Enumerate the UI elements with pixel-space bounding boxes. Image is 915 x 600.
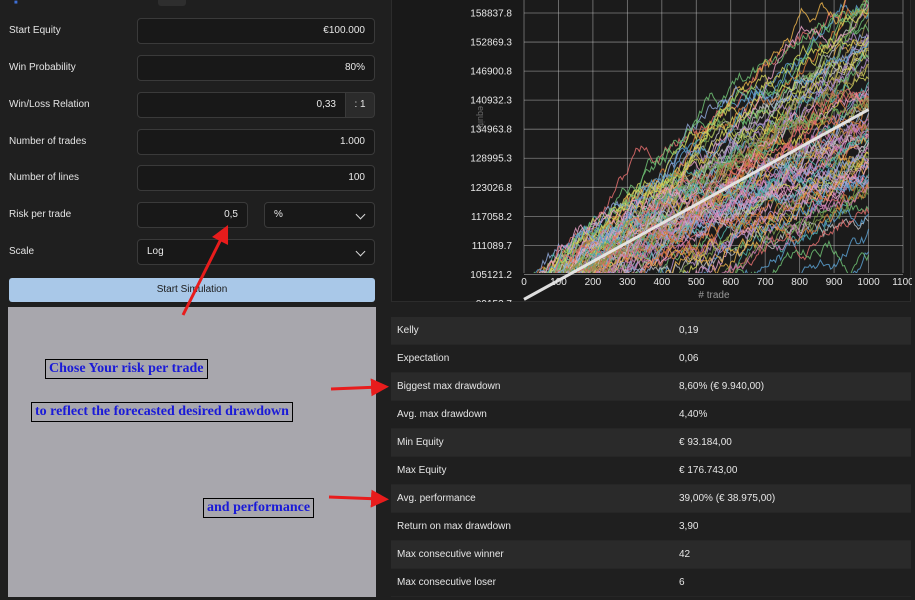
stat-row: Avg. max drawdown 4,40% bbox=[391, 401, 911, 429]
stat-label: Return on max drawdown bbox=[397, 521, 511, 532]
stat-row: Max consecutive winner 42 bbox=[391, 541, 911, 569]
x-axis-label: # trade bbox=[698, 290, 730, 301]
stat-label: Biggest max drawdown bbox=[397, 381, 501, 392]
risk-unit-value: % bbox=[274, 209, 283, 220]
stat-row: Expectation 0,06 bbox=[391, 345, 911, 373]
win-loss-row: Win/Loss Relation 0,33 : 1 bbox=[0, 87, 390, 123]
start-equity-label: Start Equity bbox=[9, 25, 61, 36]
risk-per-trade-row: Risk per trade 0,5 % bbox=[0, 197, 390, 233]
x-tick-label: 300 bbox=[619, 277, 636, 288]
risk-per-trade-input[interactable]: 0,5 bbox=[137, 202, 248, 228]
x-tick-label: 200 bbox=[585, 277, 602, 288]
win-loss-suffix: : 1 bbox=[346, 92, 375, 118]
x-tick-label: 900 bbox=[826, 277, 843, 288]
stat-label: Max consecutive loser bbox=[397, 577, 496, 588]
stat-row: Kelly 0,19 bbox=[391, 317, 911, 345]
x-tick-label: 1100 bbox=[892, 277, 912, 288]
equity-chart: 93184.299152.7105121.2111089.7117058.212… bbox=[391, 0, 912, 302]
stat-value: 3,90 bbox=[679, 521, 699, 532]
x-tick-label: 600 bbox=[722, 277, 739, 288]
x-tick-label: 800 bbox=[791, 277, 808, 288]
scale-label: Scale bbox=[9, 246, 35, 257]
scale-select[interactable]: Log bbox=[137, 239, 375, 265]
x-tick-label: 1000 bbox=[857, 277, 880, 288]
number-of-lines-row: Number of lines 100 bbox=[0, 160, 390, 196]
win-probability-row: Win Probability 80% bbox=[0, 50, 390, 86]
number-of-trades-row: Number of trades 1.000 bbox=[0, 124, 390, 160]
stat-row: Max consecutive loser 6 bbox=[391, 569, 911, 597]
settings-panel: ■ Start Equity €100.000 Win Probability … bbox=[0, 0, 390, 600]
number-of-lines-label: Number of lines bbox=[9, 172, 80, 183]
start-equity-row: Start Equity €100.000 bbox=[0, 13, 390, 49]
win-probability-label: Win Probability bbox=[9, 62, 76, 73]
stat-row: Biggest max drawdown 8,60% (€ 9.940,00) bbox=[391, 373, 911, 401]
win-probability-input[interactable]: 80% bbox=[137, 55, 375, 81]
stat-row: Avg. performance 39,00% (€ 38.975,00) bbox=[391, 485, 911, 513]
win-loss-input[interactable]: 0,33 bbox=[137, 92, 346, 118]
stat-row: Min Equity € 93.184,00 bbox=[391, 429, 911, 457]
x-tick-label: 0 bbox=[521, 277, 527, 288]
scale-row: Scale Log bbox=[0, 234, 390, 270]
stat-label: Min Equity bbox=[397, 437, 444, 448]
annotation-risk: Chose Your risk per trade bbox=[45, 359, 208, 379]
y-tick-label: 152869.3 bbox=[470, 38, 512, 49]
stat-label: Kelly bbox=[397, 325, 419, 336]
y-tick-label: 123026.8 bbox=[470, 183, 512, 194]
y-tick-label: 99152.7 bbox=[476, 299, 513, 302]
y-tick-label: 140932.3 bbox=[470, 96, 512, 107]
y-tick-label: 146900.8 bbox=[470, 67, 512, 78]
risk-unit-select[interactable]: % bbox=[264, 202, 375, 228]
stat-label: Max consecutive winner bbox=[397, 549, 504, 560]
x-tick-label: 400 bbox=[653, 277, 670, 288]
chevron-down-icon bbox=[355, 246, 366, 257]
x-tick-label: 100 bbox=[550, 277, 567, 288]
stat-value: 0,19 bbox=[679, 325, 699, 336]
risk-per-trade-label: Risk per trade bbox=[9, 209, 72, 220]
number-of-trades-input[interactable]: 1.000 bbox=[137, 129, 375, 155]
stat-label: Avg. performance bbox=[397, 493, 476, 504]
annotation-performance: and performance bbox=[203, 498, 315, 518]
y-tick-label: 105121.2 bbox=[470, 270, 512, 281]
top-tab[interactable] bbox=[158, 0, 186, 6]
y-tick-label: 111089.7 bbox=[472, 241, 513, 252]
stat-value: € 93.184,00 bbox=[679, 437, 732, 448]
stat-value: € 176.743,00 bbox=[679, 465, 738, 476]
y-tick-label: 128995.3 bbox=[470, 154, 512, 165]
stat-label: Expectation bbox=[397, 353, 450, 364]
x-tick-label: 500 bbox=[688, 277, 705, 288]
top-icon: ■ bbox=[14, 0, 18, 6]
annotation-area bbox=[8, 307, 376, 597]
stat-value: 39,00% (€ 38.975,00) bbox=[679, 493, 776, 504]
stat-value: 4,40% bbox=[679, 409, 708, 420]
stat-value: 0,06 bbox=[679, 353, 699, 364]
y-axis-label: equity bbox=[476, 106, 486, 131]
y-tick-label: 117058.2 bbox=[471, 212, 512, 223]
annotation-drawdown: to reflect the forecasted desired drawdo… bbox=[31, 402, 293, 422]
stat-label: Max Equity bbox=[397, 465, 447, 476]
y-tick-label: 158837.8 bbox=[470, 8, 512, 19]
chevron-down-icon bbox=[355, 209, 366, 220]
number-of-trades-label: Number of trades bbox=[9, 136, 87, 147]
stat-label: Avg. max drawdown bbox=[397, 409, 487, 420]
x-tick-label: 700 bbox=[757, 277, 774, 288]
equity-chart-svg: 93184.299152.7105121.2111089.7117058.212… bbox=[470, 0, 912, 302]
number-of-lines-input[interactable]: 100 bbox=[137, 165, 375, 191]
stat-row: Max Equity € 176.743,00 bbox=[391, 457, 911, 485]
stat-value: 8,60% (€ 9.940,00) bbox=[679, 381, 765, 392]
stats-table: Kelly 0,19 Expectation 0,06 Biggest max draw… bbox=[391, 317, 911, 597]
stat-value: 6 bbox=[679, 577, 685, 588]
stat-value: 42 bbox=[679, 549, 691, 560]
start-equity-input[interactable]: €100.000 bbox=[137, 18, 375, 44]
stat-row: Return on max drawdown 3,90 bbox=[391, 513, 911, 541]
start-simulation-button[interactable]: Start Simulation bbox=[9, 278, 375, 302]
win-loss-label: Win/Loss Relation bbox=[9, 99, 90, 110]
scale-value: Log bbox=[147, 246, 164, 257]
